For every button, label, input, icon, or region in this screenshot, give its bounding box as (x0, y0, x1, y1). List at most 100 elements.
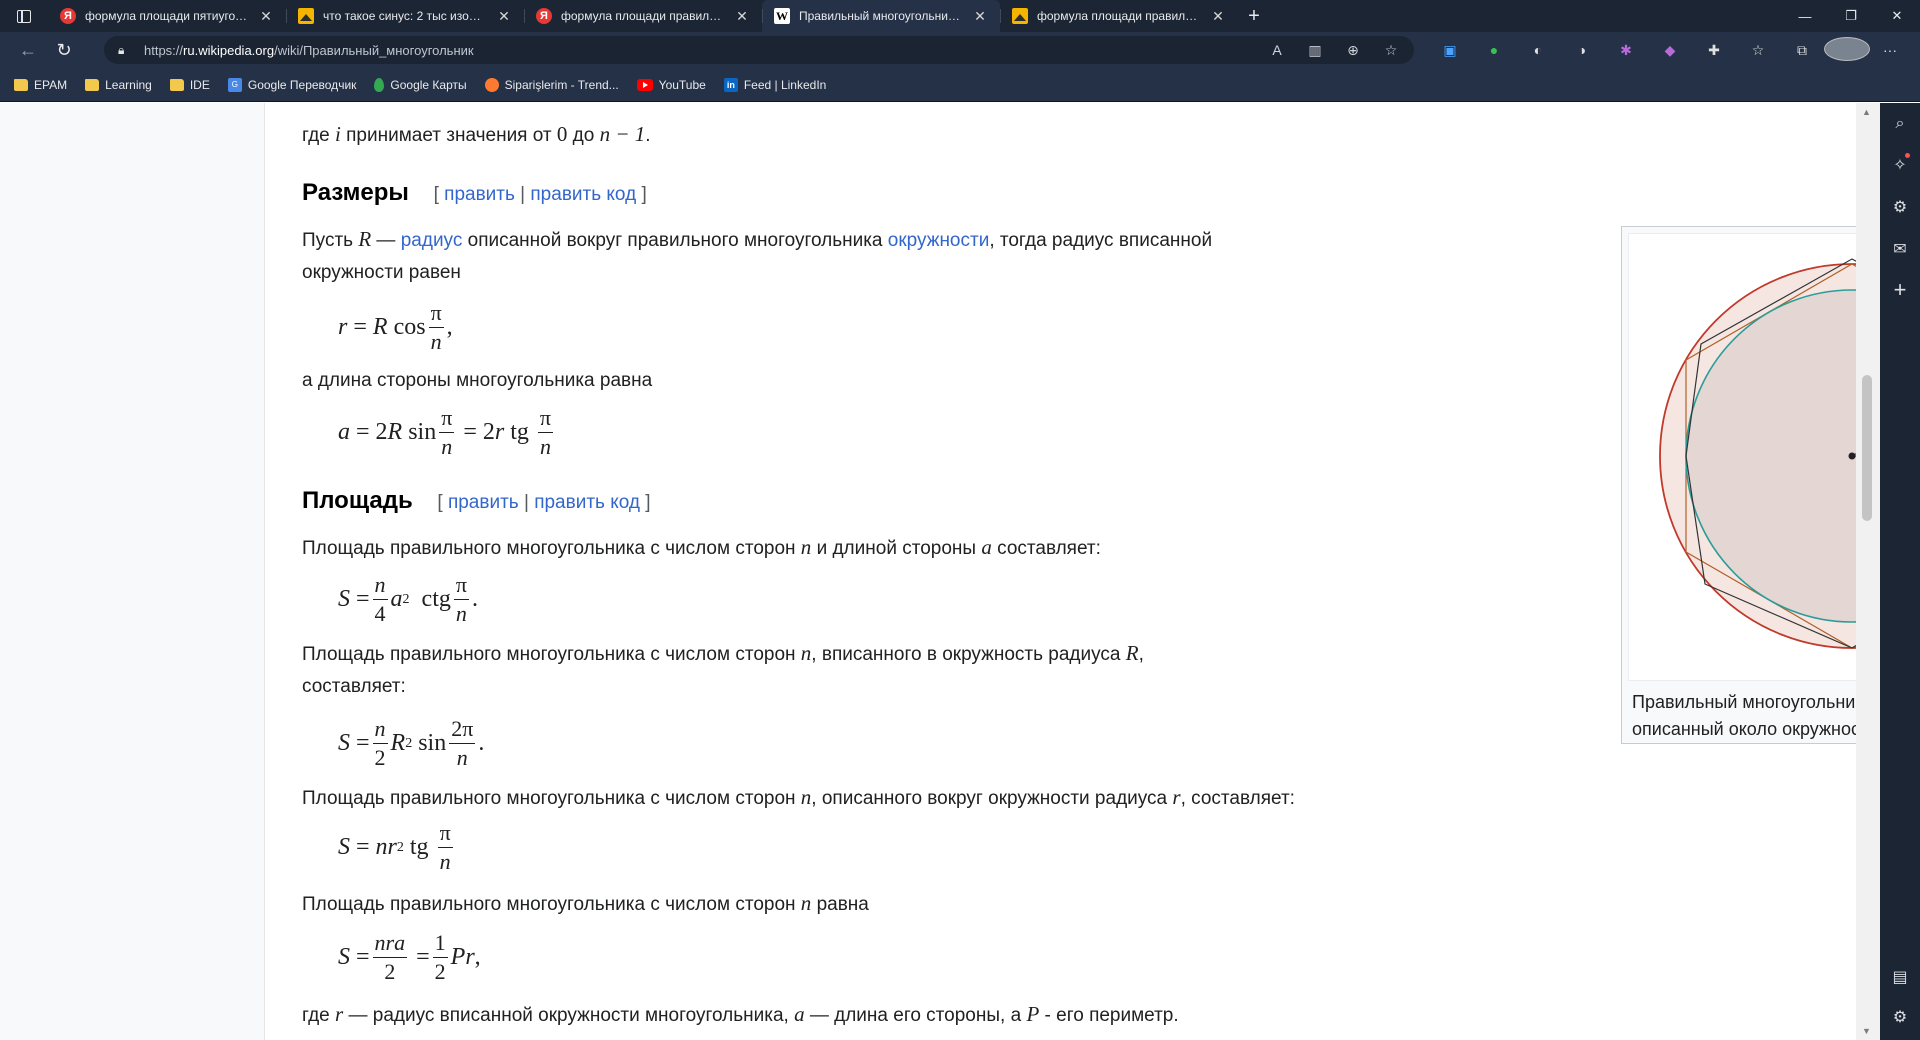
close-icon[interactable]: ✕ (496, 8, 512, 25)
address-toolbar: ← ↻ 🔒︎ https://ru.wikipedia.org/wiki/Пра… (0, 32, 1920, 68)
scroll-down-arrow-icon[interactable]: ▼ (1862, 1026, 1871, 1036)
outlook-icon[interactable]: ✉ (1880, 239, 1920, 259)
scroll-up-arrow-icon[interactable]: ▲ (1862, 107, 1871, 117)
google-maps-icon (374, 77, 385, 92)
tab-title: формула площади правильного (1037, 9, 1201, 23)
paragraph-radius: Пусть R — радиус описанной вокруг правил… (302, 227, 1213, 251)
more-options-icon[interactable]: ··· (1868, 42, 1912, 58)
extension-translate-icon[interactable]: ▣ (1428, 42, 1472, 59)
bookmark-linkedin[interactable]: in Feed | LinkedIn (723, 77, 826, 92)
profile-avatar[interactable] (1824, 36, 1870, 64)
new-tab-button[interactable]: + (1238, 5, 1270, 28)
refresh-button[interactable]: ↻ (46, 32, 82, 68)
url-text[interactable]: https://ru.wikipedia.org/wiki/Правильный… (144, 43, 474, 58)
extension-purple2-icon[interactable]: ◆ (1648, 42, 1692, 59)
page-scrollbar[interactable]: ▲ ▼ (1856, 103, 1880, 1040)
paragraph-area-circumscribed: Площадь правильного многоугольника с чис… (302, 785, 1295, 809)
folder-icon (169, 78, 184, 91)
article-content: где i принимает значения от 0 до n − 1. … (264, 103, 1880, 1040)
images-icon (1012, 8, 1028, 24)
tab-2[interactable]: что такое синус: 2 тыс изображений ✕ (286, 0, 524, 32)
extensions-area: ▣ ● ◐ ◑ ✱ ◆ ✚ ☆ ⧉ ··· (1428, 32, 1912, 68)
bookmark-youtube[interactable]: YouTube (636, 78, 706, 92)
search-icon[interactable]: ⌕ (1880, 115, 1920, 133)
paragraph-radius-cont: окружности равен (302, 262, 461, 283)
formula-inner-radius: r = R cos π n, (338, 300, 453, 354)
edit-link[interactable]: править (448, 492, 519, 513)
tab-3[interactable]: Я формула площади правильного ✕ (524, 0, 762, 32)
address-bar-actions: A ▥ ⊕ ☆ (1264, 36, 1404, 64)
edit-link[interactable]: править (444, 184, 515, 205)
lock-icon[interactable]: 🔒︎ (118, 43, 144, 58)
add-sidebar-app-icon[interactable]: + (1880, 277, 1920, 303)
web-page: где i принимает значения от 0 до n − 1. … (0, 103, 1880, 1040)
radius-link[interactable]: радиус (401, 230, 463, 251)
figure-image[interactable]: a R r (1628, 233, 1880, 681)
center-point (1848, 452, 1856, 460)
formula-area-perimeter: S = nra 2 = 1 2 Pr, (338, 930, 481, 984)
sidebar-layout-icon[interactable]: ▤ (1880, 967, 1920, 987)
bookmark-google-translate[interactable]: G Google Переводчик (227, 77, 356, 92)
copilot-icon[interactable]: ✧ (1880, 155, 1920, 175)
google-translate-icon: G (227, 77, 242, 92)
folder-icon (14, 78, 28, 91)
extension-green-icon[interactable]: ● (1472, 42, 1516, 58)
close-window-button[interactable]: ✕ (1874, 0, 1920, 32)
polygon-diagram: a R r (1659, 258, 1880, 649)
tab-1[interactable]: Я формула площади пятиугольника ✕ (48, 0, 286, 32)
close-icon[interactable]: ✕ (258, 8, 274, 25)
yandex-icon: Я (60, 8, 76, 24)
edit-code-link[interactable]: править код (530, 184, 636, 205)
paragraph-side-length: а длина стороны многоугольника равна (302, 370, 653, 391)
extension-purple-icon[interactable]: ✱ (1604, 42, 1648, 59)
paragraph-area-inscribed-cont: составляет: (302, 676, 406, 697)
figure-polygon-circle: a R r Правильный многоугольник, вписанны… (1621, 226, 1880, 744)
back-button[interactable]: ← (10, 32, 46, 68)
bookmark-learning[interactable]: Learning (85, 78, 152, 92)
tab-title: формула площади правильного (561, 9, 725, 23)
close-icon[interactable]: ✕ (734, 8, 750, 25)
extension-gray-icon[interactable]: ◐ (1516, 42, 1560, 58)
tab-5[interactable]: формула площади правильного ✕ (1000, 0, 1238, 32)
tab-4-active[interactable]: W Правильный многоугольник — Википедия ✕ (762, 0, 1000, 32)
edit-links: [ править | править код ] (437, 492, 651, 513)
paragraph-area-side: Площадь правильного многоугольника с чис… (302, 535, 1101, 559)
paragraph-index-range: где i принимает значения от 0 до n − 1. (302, 122, 651, 146)
tools-icon[interactable]: ⚙ (1880, 197, 1920, 217)
section-heading-sizes: Размеры [ править | править код ] (302, 179, 647, 206)
tab-actions-icon (17, 9, 31, 23)
collections-icon[interactable]: ⧉ (1780, 42, 1824, 59)
bookmark-trendyol[interactable]: Siparişlerim - Trend... (484, 77, 619, 92)
images-icon (298, 8, 314, 24)
tab-title: что такое синус: 2 тыс изображений (323, 9, 487, 23)
bookmark-epam[interactable]: EPAM (14, 78, 67, 92)
address-bar[interactable]: 🔒︎ https://ru.wikipedia.org/wiki/Правиль… (104, 36, 1414, 64)
edit-links: [ править | править код ] (433, 184, 647, 205)
bookmark-google-maps[interactable]: Google Карты (374, 77, 467, 92)
extension-gray2-icon[interactable]: ◑ (1560, 42, 1604, 58)
bookmarks-bar: EPAM Learning IDE G Google Переводчик Goo… (0, 68, 1920, 102)
restore-button[interactable]: ❐ (1828, 0, 1874, 32)
trendyol-icon (484, 77, 499, 92)
read-aloud-icon[interactable]: A (1264, 42, 1290, 58)
tab-bar: Я формула площади пятиугольника ✕ что та… (0, 0, 1920, 32)
minimize-button[interactable]: — (1782, 0, 1828, 32)
edit-code-link[interactable]: править код (534, 492, 640, 513)
reader-view-icon[interactable]: ▥ (1302, 42, 1328, 59)
bookmark-ide[interactable]: IDE (169, 78, 210, 92)
close-icon[interactable]: ✕ (972, 8, 988, 25)
circle-link[interactable]: окружности (888, 230, 990, 251)
close-icon[interactable]: ✕ (1210, 8, 1226, 25)
zoom-icon[interactable]: ⊕ (1340, 42, 1366, 59)
youtube-icon (636, 78, 653, 91)
formula-side-length: a = 2R sin π n = 2r tg π n (338, 405, 554, 459)
favorite-add-icon[interactable]: ☆ (1378, 42, 1404, 59)
tab-title: формула площади пятиугольника (85, 9, 249, 23)
paragraph-area-perimeter: Площадь правильного многоугольника с чис… (302, 891, 869, 915)
extensions-icon[interactable]: ✚ (1692, 42, 1736, 59)
formula-area-side: S = n 4 a 2 ctg π n. (338, 572, 478, 626)
tab-actions-button[interactable] (0, 0, 48, 32)
sidebar-settings-icon[interactable]: ⚙ (1880, 1007, 1920, 1027)
favorites-icon[interactable]: ☆ (1736, 42, 1780, 59)
scrollbar-thumb[interactable] (1862, 375, 1872, 521)
